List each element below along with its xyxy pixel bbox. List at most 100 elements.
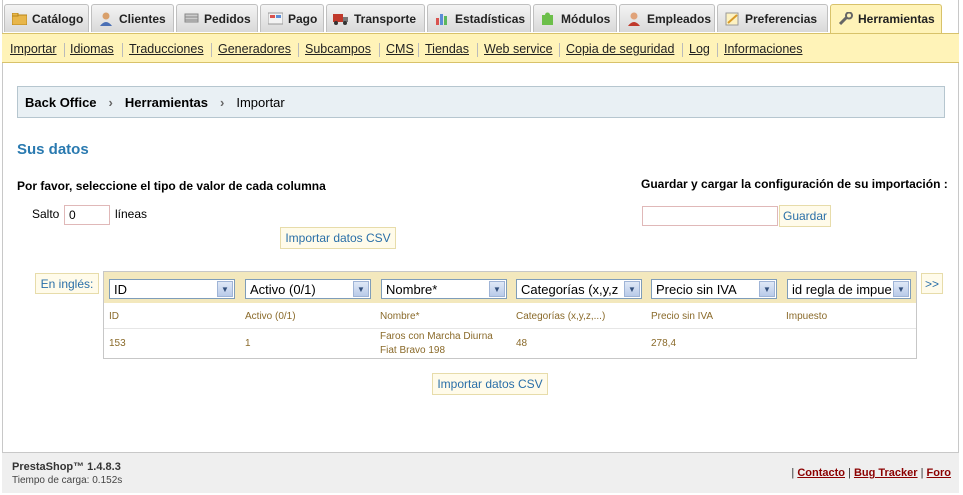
select-value: Precio sin IVA xyxy=(656,281,737,297)
page-frame xyxy=(2,0,959,493)
column-select[interactable]: Precio sin IVA ▼ xyxy=(651,279,777,299)
table-cell: 153 xyxy=(109,338,126,349)
tab-preferencias[interactable]: Preferencias xyxy=(717,4,828,32)
cart-icon xyxy=(183,12,199,26)
puzzle-icon xyxy=(540,12,556,26)
load-time-text: Tiempo de carga: 0.152s xyxy=(12,475,123,486)
submenu-copia-seguridad[interactable]: Copia de seguridad xyxy=(566,42,674,56)
breadcrumb: Back Office › Herramientas › Importar xyxy=(17,86,945,118)
submenu-idiomas[interactable]: Idiomas xyxy=(70,42,114,56)
tab-transporte[interactable]: Transporte xyxy=(326,4,425,32)
chevron-down-icon: ▼ xyxy=(893,281,909,297)
folder-icon xyxy=(11,12,27,26)
submenu-importar[interactable]: Importar xyxy=(10,42,57,56)
table-cell: Fiat Bravo 198 xyxy=(380,345,446,356)
table-cell: Faros con Marcha Diurna xyxy=(380,331,493,342)
footer-links: | Contacto | Bug Tracker | Foro xyxy=(791,467,951,479)
chevron-down-icon: ▼ xyxy=(489,281,505,297)
separator xyxy=(379,43,380,57)
tab-label: Catálogo xyxy=(32,11,84,26)
submenu-tiendas[interactable]: Tiendas xyxy=(425,42,469,56)
select-value: ID xyxy=(114,281,127,297)
tab-label: Herramientas xyxy=(858,12,935,26)
tab-label: Preferencias xyxy=(745,11,818,26)
separator xyxy=(717,43,718,57)
submenu-cms[interactable]: CMS xyxy=(386,42,414,56)
separator xyxy=(559,43,560,57)
main-tabs: Catálogo Clientes Pedidos Pago Transport… xyxy=(2,4,959,33)
separator xyxy=(64,43,65,57)
language-button[interactable]: En inglés: xyxy=(35,273,99,294)
footer-link-foro[interactable]: Foro xyxy=(927,467,951,479)
breadcrumb-current: Importar xyxy=(236,94,285,110)
import-csv-button-bottom[interactable]: Importar datos CSV xyxy=(432,373,548,395)
column-header: Nombre* xyxy=(380,311,420,322)
separator xyxy=(418,43,419,57)
tab-label: Módulos xyxy=(561,11,611,26)
tab-pago[interactable]: Pago xyxy=(260,4,324,32)
submenu-subcampos[interactable]: Subcampos xyxy=(305,42,371,56)
chart-icon xyxy=(434,12,450,26)
version-text: PrestaShop™ 1.4.8.3 xyxy=(12,461,121,473)
tab-pedidos[interactable]: Pedidos xyxy=(176,4,258,32)
tab-label: Empleados xyxy=(647,11,712,26)
separator xyxy=(682,43,683,57)
page-title: Sus datos xyxy=(17,141,89,158)
breadcrumb-section[interactable]: Herramientas xyxy=(125,95,208,110)
table-cell: 278,4 xyxy=(651,338,677,349)
chevron-right-icon: › xyxy=(220,94,225,110)
tab-modulos[interactable]: Módulos xyxy=(533,4,617,32)
select-value: Activo (0/1) xyxy=(250,281,316,297)
separator xyxy=(122,43,123,57)
submenu-informaciones[interactable]: Informaciones xyxy=(724,42,803,56)
tab-estadisticas[interactable]: Estadísticas xyxy=(427,4,531,32)
config-name-input[interactable] xyxy=(642,206,778,226)
skip-label: Salto xyxy=(32,207,60,221)
chevron-down-icon: ▼ xyxy=(759,281,775,297)
import-preview-table: ID ▼ Activo (0/1) ▼ Nombre* ▼ Categorías (x… xyxy=(103,271,917,359)
column-select[interactable]: Categorías (x,y,z ▼ xyxy=(516,279,642,299)
submenu-traducciones[interactable]: Traducciones xyxy=(129,42,204,56)
instruction-text: Por favor, seleccione el tipo de valor d… xyxy=(17,179,326,193)
save-config-button[interactable]: Guardar xyxy=(779,205,831,227)
chevron-down-icon: ▼ xyxy=(624,281,640,297)
select-value: id regla de impue xyxy=(792,281,892,297)
submenu-generadores[interactable]: Generadores xyxy=(218,42,291,56)
column-select[interactable]: ID ▼ xyxy=(109,279,235,299)
table-cell: 48 xyxy=(516,338,528,349)
separator xyxy=(298,43,299,57)
column-header: Precio sin IVA xyxy=(651,311,714,322)
chevron-down-icon: ▼ xyxy=(353,281,369,297)
tab-empleados[interactable]: Empleados xyxy=(619,4,715,32)
column-header: Impuesto xyxy=(786,311,828,322)
breadcrumb-root[interactable]: Back Office xyxy=(25,95,97,110)
preferences-icon xyxy=(724,12,740,26)
tab-herramientas[interactable]: Herramientas xyxy=(830,4,942,33)
import-csv-button-top[interactable]: Importar datos CSV xyxy=(280,227,396,249)
separator xyxy=(211,43,212,57)
tools-submenu: Importar Idiomas Traducciones Generadore… xyxy=(2,33,959,63)
submenu-web-service[interactable]: Web service xyxy=(484,42,553,56)
submenu-log[interactable]: Log xyxy=(689,42,710,56)
column-header: Activo (0/1) xyxy=(245,311,296,322)
chevron-right-icon: › xyxy=(108,94,113,110)
footer-link-contacto[interactable]: Contacto xyxy=(797,467,845,479)
truck-icon xyxy=(333,12,349,26)
employee-icon xyxy=(626,12,642,26)
next-columns-button[interactable]: >> xyxy=(921,273,943,294)
lines-label: líneas xyxy=(115,207,148,221)
tab-clientes[interactable]: Clientes xyxy=(91,4,174,32)
row-divider xyxy=(104,328,916,329)
tab-label: Pago xyxy=(288,11,318,26)
column-select[interactable]: Nombre* ▼ xyxy=(381,279,507,299)
footer-link-bug-tracker[interactable]: Bug Tracker xyxy=(854,467,918,479)
column-select[interactable]: id regla de impue ▼ xyxy=(787,279,911,299)
column-header: Categorías (x,y,z,...) xyxy=(516,311,606,322)
chevron-down-icon: ▼ xyxy=(217,281,233,297)
skip-input[interactable]: 0 xyxy=(64,205,110,225)
save-config-label: Guardar y cargar la configuración de su … xyxy=(641,177,948,191)
column-select[interactable]: Activo (0/1) ▼ xyxy=(245,279,371,299)
separator xyxy=(477,43,478,57)
tab-catalogo[interactable]: Catálogo xyxy=(4,4,89,32)
tab-label: Estadísticas xyxy=(455,11,526,26)
